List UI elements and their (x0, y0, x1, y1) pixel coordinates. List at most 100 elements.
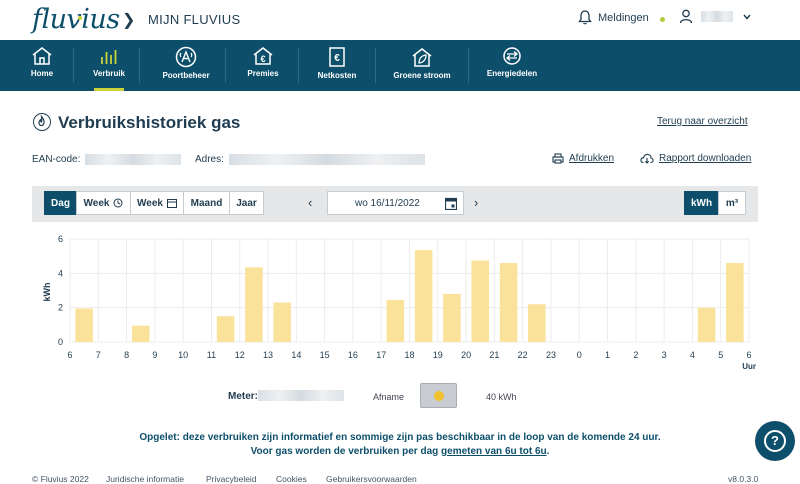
x-tick-label: 11 (207, 350, 216, 360)
x-tick-label: 0 (577, 350, 582, 360)
ean-code-redacted (85, 154, 182, 165)
period-maand-button[interactable]: Maand (183, 191, 230, 215)
chevron-right-icon: ❯ (122, 12, 136, 29)
chart-bar (386, 299, 405, 342)
main-navigation: Home Verbruik Poortbeheer € Premies € Ne… (0, 40, 800, 91)
period-dag-button[interactable]: Dag (44, 191, 77, 215)
chart-bar (245, 267, 263, 342)
back-to-overview-link[interactable]: Terug naar overzicht (657, 116, 748, 127)
user-icon (679, 9, 693, 24)
series-toggle-button[interactable] (420, 383, 457, 408)
chart-bar (75, 308, 93, 342)
breadcrumb[interactable]: MIJN FLUVIUS (148, 12, 240, 27)
chart-bar (471, 260, 489, 342)
y-axis-label: kWh (42, 283, 52, 302)
nav-energiedelen-label: Energiedelen (486, 69, 538, 78)
notifications-button[interactable]: Meldingen (578, 10, 649, 25)
period-toolbar: Dag Week Week Maand Jaar ‹ wo 16/11/2022… (32, 186, 758, 222)
nav-home[interactable]: Home (25, 40, 59, 91)
y-tick-label: 2 (58, 303, 63, 313)
page-title: Verbruikshistoriek gas (58, 113, 241, 132)
x-tick-label: 5 (718, 350, 723, 360)
period-dag-label: Dag (51, 197, 70, 209)
direction-label: Afname (373, 392, 405, 402)
nav-poortbeheer[interactable]: Poortbeheer (160, 40, 212, 91)
nav-verbruik[interactable]: Verbruik (88, 40, 130, 91)
print-link[interactable]: Afdrukken (552, 153, 614, 164)
x-tick-label: 4 (690, 350, 695, 360)
next-date-button[interactable]: › (474, 195, 478, 210)
green-house-icon (412, 48, 432, 67)
consumption-chart: 02466 7 8 9 10 11 12 13 14 15 16 17 18 19 20 21 22 23 0 1 2 3… (42, 234, 756, 371)
euro-document-icon: € (329, 47, 345, 67)
svg-text:€: € (334, 53, 340, 64)
notice-line-1: Opgelet: deze verbruiken zijn informatie… (139, 432, 661, 443)
x-tick-label: 13 (263, 350, 273, 360)
chart-bar (273, 302, 291, 342)
x-tick-label: 10 (178, 350, 188, 360)
nav-separator (139, 48, 140, 83)
date-picker-input[interactable]: wo 16/11/2022 (327, 191, 464, 215)
notice-line-2-prefix: Voor gas worden de verbruiken per dag (250, 446, 442, 457)
y-tick-label: 4 (58, 268, 63, 278)
address-row: Adres: (195, 154, 425, 165)
ean-label: EAN-code: (32, 154, 81, 166)
unit-m3-label: m³ (725, 197, 739, 209)
date-value: wo 16/11/2022 (355, 197, 420, 209)
x-tick-label: 9 (152, 350, 157, 360)
x-tick-label: 2 (633, 350, 638, 360)
user-menu[interactable] (679, 9, 751, 24)
x-tick-label: 1 (605, 350, 610, 360)
print-label: Afdrukken (569, 153, 615, 164)
nav-netkosten[interactable]: € Netkosten (316, 40, 358, 91)
x-tick-label: 22 (518, 350, 528, 360)
meter-id-redacted (258, 390, 344, 401)
notification-dot (660, 17, 665, 22)
nav-groene-stroom-label: Groene stroom (393, 71, 451, 80)
download-label: Rapport downloaden (659, 153, 752, 164)
period-week-calendar-label: Week (137, 197, 163, 209)
x-tick-label: 6 (67, 350, 72, 360)
previous-date-button[interactable]: ‹ (308, 195, 312, 210)
nav-separator (468, 48, 469, 83)
question-mark-icon: ? (764, 430, 786, 452)
chart-bar (216, 316, 235, 342)
logo-dot (78, 16, 82, 20)
ean-code-row: EAN-code: (32, 154, 182, 166)
x-tick-label: 20 (461, 350, 471, 360)
period-jaar-label: Jaar (236, 197, 257, 209)
flame-icon (33, 113, 51, 131)
nav-energiedelen[interactable]: Energiedelen (487, 40, 537, 91)
period-jaar-button[interactable]: Jaar (229, 191, 264, 215)
period-week-calendar-button[interactable]: Week (130, 191, 184, 215)
nav-separator (225, 48, 226, 83)
nav-separator (73, 48, 74, 83)
unit-kwh-button[interactable]: kWh (684, 191, 719, 215)
x-tick-label: 14 (291, 350, 301, 360)
x-tick-label: 15 (320, 350, 330, 360)
unit-kwh-label: kWh (690, 197, 713, 209)
chart-bar (726, 263, 744, 342)
chart-bar (499, 263, 518, 342)
house-euro-icon: € (253, 47, 273, 65)
gas-series-dot (434, 391, 444, 401)
fluvius-logo[interactable]: fluvius (32, 4, 120, 35)
period-week-button[interactable]: Week (76, 191, 131, 215)
measurement-info-link[interactable]: gemeten van 6u tot 6u (441, 446, 547, 457)
unit-m3-button[interactable]: m³ (718, 191, 746, 215)
nav-groene-stroom[interactable]: Groene stroom (391, 40, 453, 91)
y-tick-label: 6 (58, 234, 63, 244)
help-button[interactable]: ? (755, 421, 795, 461)
calendar-icon (445, 197, 457, 210)
download-report-link[interactable]: Rapport downloaden (640, 153, 751, 164)
nav-premies-label: Premies (247, 69, 279, 78)
gateway-icon (175, 46, 197, 68)
nav-netkosten-label: Netkosten (317, 71, 357, 80)
y-tick-label: 0 (58, 337, 63, 347)
nav-premies[interactable]: € Premies (243, 40, 283, 91)
printer-icon (552, 153, 564, 164)
x-tick-label: 6 (746, 350, 751, 360)
bell-icon (578, 10, 592, 25)
top-bar: fluvius ❯ MIJN FLUVIUS Meldingen (0, 0, 800, 40)
period-maand-label: Maand (190, 197, 223, 209)
